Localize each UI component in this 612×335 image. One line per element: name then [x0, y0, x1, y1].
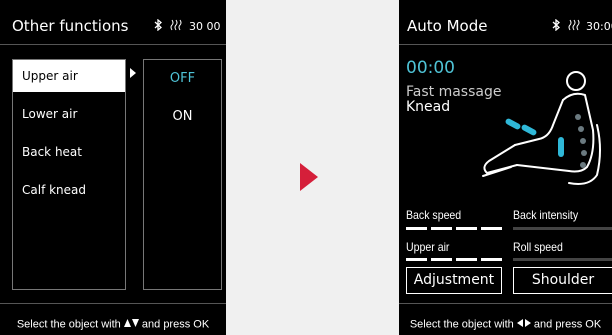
function-menu: Upper air Lower air Back heat Calf knead [12, 59, 126, 290]
setting-back-speed-label: Back speed [406, 208, 462, 222]
level-segment [406, 258, 427, 261]
footer-divider [399, 303, 612, 304]
menu-item-upper-air[interactable]: Upper air [13, 60, 125, 93]
heat-icon [568, 19, 581, 34]
footer-text-after: and press OK [533, 318, 602, 331]
screen-title: Other functions [12, 17, 129, 35]
transition-arrow-icon [300, 163, 318, 191]
option-on[interactable]: ON [144, 109, 221, 124]
elapsed-time: 00:00 [406, 58, 455, 78]
shoulder-button[interactable]: Shoulder [513, 267, 612, 294]
setting-back-intensity-label: Back intensity [513, 208, 579, 222]
footer-text-after: and press OK [141, 318, 210, 331]
timer-text: 30 00 [189, 20, 221, 33]
menu-item-lower-air[interactable]: Lower air [13, 98, 125, 131]
massage-chair-icon [477, 55, 612, 195]
setting-back-intensity-bar [513, 227, 612, 230]
selection-pointer-icon [130, 68, 136, 78]
bluetooth-icon [153, 18, 163, 34]
footer-hint: Select the object with and press OK [399, 318, 612, 331]
footer-hint: Select the object with and press OK [0, 318, 226, 331]
level-segment [431, 227, 452, 230]
timer-text: 30:00 [586, 20, 612, 33]
setting-upper-air-label: Upper air [406, 240, 450, 254]
auto-mode-screen: Auto Mode 30:00 00:00 Fast massage Knead [399, 0, 612, 335]
footer-text-before: Select the object with [16, 318, 121, 331]
footer-divider [0, 303, 226, 304]
level-segment [456, 227, 477, 230]
level-segment [406, 227, 427, 230]
option-off[interactable]: OFF [144, 71, 221, 86]
mode-line-2: Knead [406, 99, 451, 115]
status-bar: 30:00 [551, 18, 612, 34]
footer-text-before: Select the object with [409, 318, 514, 331]
option-menu: OFF ON [143, 59, 222, 290]
header-divider [0, 44, 226, 45]
other-functions-screen: Other functions 30 00 Upper air Lower ai… [0, 0, 226, 335]
menu-item-back-heat[interactable]: Back heat [13, 136, 125, 169]
level-segment [456, 258, 477, 261]
left-right-arrows-icon [516, 318, 531, 331]
heat-icon [170, 19, 183, 34]
setting-roll-speed-label: Roll speed [513, 240, 563, 254]
up-down-arrows-icon [123, 318, 139, 331]
menu-item-calf-knead[interactable]: Calf knead [13, 174, 125, 207]
header-divider [399, 44, 612, 45]
adjustment-button[interactable]: Adjustment [406, 267, 502, 294]
level-segment [481, 258, 502, 261]
setting-roll-speed-bar [513, 258, 612, 261]
screen-title: Auto Mode [407, 17, 488, 35]
bluetooth-icon [551, 18, 561, 34]
level-segment [431, 258, 452, 261]
level-segment [481, 227, 502, 230]
status-bar: 30 00 [153, 18, 221, 34]
